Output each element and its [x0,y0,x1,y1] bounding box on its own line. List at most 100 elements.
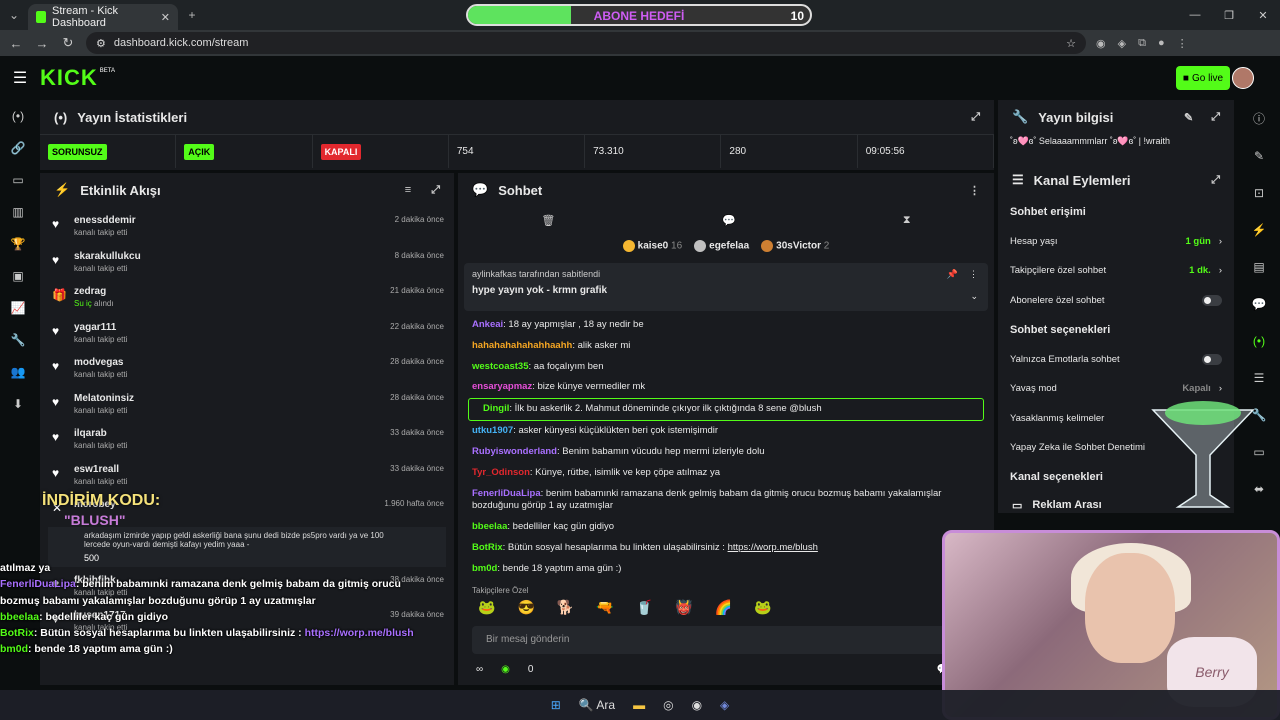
window-icon[interactable]: ▭ [12,164,23,196]
forward-icon[interactable]: → [34,36,50,51]
chat-username[interactable]: Tyr_Odinson [472,467,530,478]
popout-icon[interactable]: ⤢ [431,184,440,197]
chat-username[interactable]: Dingil [483,403,509,414]
new-tab-icon[interactable]: + [178,0,206,30]
emote-icon[interactable]: 🥤 [636,599,653,616]
gifter[interactable]: kaise0 16 [622,240,682,252]
kick-logo[interactable]: KICK [40,65,98,91]
chat-icon[interactable]: 💬 [1252,285,1267,322]
emote-icon[interactable]: 🐸 [478,599,495,616]
hourglass-icon[interactable]: ⧗ [903,214,911,227]
emote-icon[interactable]: 🐸 [754,599,771,616]
feed-item[interactable]: ♥ ilqarab kanalı takip etti 33 dakika önce [40,420,454,456]
site-info-icon[interactable]: ⚙ [96,37,106,50]
chart-icon[interactable]: ▥ [12,196,23,228]
chat-username[interactable]: utku1907 [472,425,513,436]
url-field[interactable]: ⚙ dashboard.kick.com/stream ☆ [86,32,1086,54]
chevron-right-icon[interactable]: › [1219,236,1222,247]
chat-username[interactable]: FenerliDuaLipa [472,488,541,499]
wrench-icon[interactable]: 🔧 [11,324,26,356]
chat-username[interactable]: hahahahahahahhaahh [472,340,572,351]
pinned-more-icon[interactable]: ⋮ [969,269,978,280]
emote-icon[interactable]: 😎 [517,599,534,616]
popout-icon[interactable]: ⤢ [971,111,980,124]
feed-item[interactable]: ♥ esw1reall kanalı takip etti 33 dakika önc… [40,456,454,492]
profile-icon[interactable]: ● [1158,37,1165,50]
feed-item[interactable]: ♥ modvegas kanalı takip etti 28 dakika önce [40,349,454,385]
tab-list-icon[interactable]: ⌄ [0,0,28,30]
toggle-switch[interactable] [1202,353,1222,365]
chat-username[interactable]: Rubyiswonderland [472,446,557,457]
chat-link[interactable]: https://worp.me/blush [728,542,818,553]
more-options-icon[interactable]: ⋮ [969,184,980,197]
feed-item[interactable]: ♥ enessddemir kanalı takip etti 2 dakika ön… [40,207,454,243]
pin-icon[interactable]: 📌 [947,269,958,280]
popout-icon[interactable]: ⤢ [1211,174,1220,187]
chat-icon[interactable]: 💬 [722,214,736,227]
capture-icon[interactable]: ⊡ [1254,174,1264,211]
action-row[interactable]: Takipçilere özel sohbet 1 dk. › [998,256,1234,286]
filter-icon[interactable]: ≡ [405,184,411,196]
gifter[interactable]: 30sVictor 2 [761,240,829,252]
chevron-right-icon[interactable]: › [1219,383,1222,394]
info-icon[interactable]: ⓘ [1253,100,1265,137]
document-icon[interactable]: ▤ [1253,248,1264,285]
chat-username[interactable]: bm0d [472,563,497,574]
users-icon[interactable]: 👥 [11,356,26,388]
reload-icon[interactable]: ↻ [60,35,76,51]
chat-username[interactable]: BotRix [472,542,503,553]
upload-icon[interactable]: ⬇ [13,388,23,420]
chat-username[interactable]: ensaryapmaz [472,381,532,392]
edit-icon[interactable]: ✎ [1184,111,1193,124]
chevron-down-icon[interactable]: ⌄ [970,291,978,302]
browser-tab[interactable]: Stream - Kick Dashboard ✕ [28,4,178,30]
edit-icon[interactable]: ✎ [1254,137,1264,174]
menu-icon[interactable]: ☰ [0,68,40,88]
stream-icon[interactable]: (•) [12,100,24,132]
video-icon[interactable]: ▣ [12,260,23,292]
mod-tools-icon[interactable]: ∞ [476,664,483,675]
back-icon[interactable]: ← [8,36,24,51]
chat-username[interactable]: bbeelaa [472,521,507,532]
chat-username[interactable]: westcoast35 [472,361,529,372]
action-row[interactable]: Yalnızca Emotlarla sohbet [998,345,1234,375]
chat-input[interactable]: Bir mesaj gönderin [472,625,980,654]
layout-icon[interactable]: ☰ [1254,359,1265,396]
feed-item[interactable]: 🎁 zedrag Su iç alındı 21 dakika önce [40,278,454,314]
feed-item[interactable]: ♥ Melatoninsiz kanalı takip etti 28 dakika … [40,385,454,421]
link-icon[interactable]: 🔗 [11,132,26,164]
chat-username[interactable]: Ankeai [472,319,503,330]
extensions-puzzle-icon[interactable]: ⧉ [1138,37,1146,50]
file-explorer-icon[interactable]: ▬ [633,698,645,712]
chrome-icon[interactable]: ◎ [663,698,673,712]
minimize-icon[interactable]: — [1178,0,1212,30]
action-row[interactable]: Hesap yaşı 1 gün › [998,227,1234,257]
chevron-right-icon[interactable]: › [1219,265,1222,276]
trash-icon[interactable]: 🗑 [541,214,555,227]
browser-menu-icon[interactable]: ⋮ [1177,37,1188,50]
restore-icon[interactable]: ❐ [1212,0,1246,30]
action-row[interactable]: Abonelere özel sohbet [998,286,1234,316]
extension-icon[interactable]: ◉ [1096,37,1106,50]
feed-item[interactable]: ♥ yagar111 kanalı takip etti 22 dakika önce [40,314,454,350]
windows-start-icon[interactable]: ⊞ [551,698,561,712]
close-window-icon[interactable]: ✕ [1246,0,1280,30]
toggle-switch[interactable] [1202,294,1222,306]
discord-icon[interactable]: ◈ [720,698,729,712]
popout-icon[interactable]: ⤢ [1211,111,1220,124]
extension-icon[interactable]: ◈ [1118,37,1126,50]
gifter[interactable]: egefelaa [694,240,749,252]
go-live-button[interactable]: ■ Go live [1176,66,1230,90]
analytics-icon[interactable]: 📈 [11,292,26,324]
trophy-icon[interactable]: 🏆 [11,228,26,260]
emote-icon[interactable]: 🔫 [596,599,613,616]
user-avatar[interactable] [1232,67,1254,89]
bookmark-star-icon[interactable]: ☆ [1066,37,1076,50]
emote-icon[interactable]: 👹 [675,599,692,616]
emote-icon[interactable]: 🐕 [557,599,574,616]
close-tab-icon[interactable]: ✕ [161,11,170,24]
flash-icon[interactable]: ⚡ [1252,211,1267,248]
taskbar-search[interactable]: 🔍 Ara [579,698,615,712]
emote-icon[interactable]: 🌈 [715,599,732,616]
broadcast-icon[interactable]: (•) [1253,322,1265,359]
